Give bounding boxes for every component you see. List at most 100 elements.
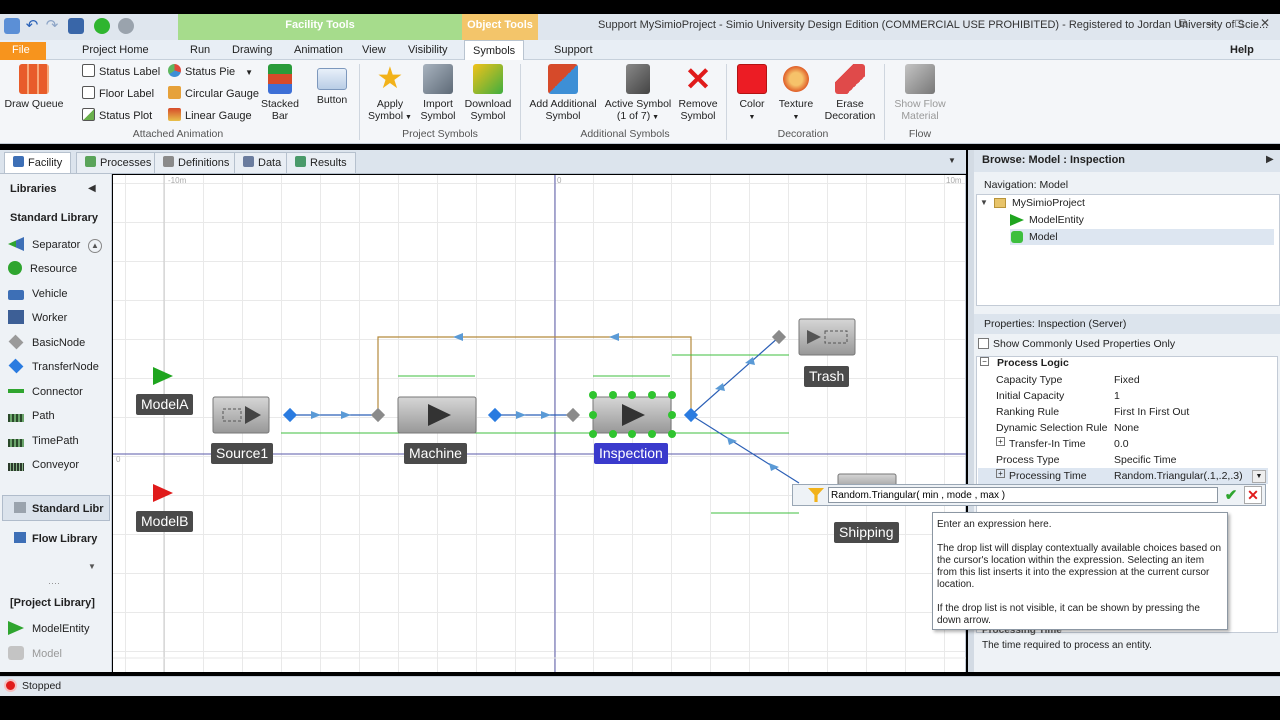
tab-support[interactable]: Support [546,42,601,60]
tab-facility[interactable]: Facility [4,152,72,173]
lib-item-vehicle[interactable]: Vehicle [8,283,67,305]
linear-gauge-button[interactable]: Linear Gauge [168,107,252,125]
prop-value[interactable]: First In First Out [1114,406,1189,418]
collapse-libraries-icon[interactable]: ◀ [88,183,96,194]
tab-processes[interactable]: Processes [76,152,161,173]
status-pie-dropdown-icon[interactable]: ▼ [245,68,253,77]
scroll-up-icon[interactable]: ▲ [88,239,102,253]
lib-item-connector[interactable]: Connector [8,381,83,403]
node-label-modela[interactable]: ModelA [136,394,194,415]
collapse-panel-icon[interactable]: ▶ [1266,154,1274,165]
lib-item-worker[interactable]: Worker [8,307,67,329]
expand-plus-icon[interactable]: + [996,469,1005,478]
status-plot-button[interactable]: Status Plot [82,107,152,125]
redo-icon[interactable]: ↷ [44,18,60,34]
prop-row[interactable]: + Transfer-In Time 0.0 [978,436,1268,452]
help-menu[interactable]: Help [1222,42,1262,60]
lib-item-modelentity[interactable]: ModelEntity [8,618,89,640]
prop-row[interactable]: Ranking Rule First In First Out [978,404,1268,420]
prop-row[interactable]: Dynamic Selection Rule None [978,420,1268,436]
accept-check-icon[interactable]: ✔ [1222,486,1240,504]
lib-item-separator[interactable]: Separator [8,234,80,256]
node-label-shipping[interactable]: Shipping [834,522,899,543]
tab-visibility[interactable]: Visibility [400,42,456,60]
maximize-button[interactable]: □ [1226,16,1252,34]
prop-value[interactable]: Random.Triangular(.1,.2,.3) [1114,470,1243,482]
import-symbol-button[interactable]: Import Symbol [412,64,464,122]
apply-symbol-button[interactable]: ★ Apply Symbol ▼ [364,64,416,123]
restore-icon[interactable]: ⧉ [1170,16,1196,34]
lib-item-conveyor[interactable]: Conveyor [8,454,79,476]
file-menu[interactable]: File [0,42,46,60]
tabs-dropdown-icon[interactable]: ▼ [948,156,956,165]
common-only-checkbox[interactable] [978,338,989,349]
prop-value[interactable]: 1 [1114,390,1120,402]
lib-item-transfernode[interactable]: TransferNode [8,356,99,378]
prop-value[interactable]: Specific Time [1114,454,1176,466]
prop-row[interactable]: Process Type Specific Time [978,452,1268,468]
navigation-tree [976,194,1280,306]
tab-definitions[interactable]: Definitions [154,152,239,173]
splitter-grip[interactable]: ···· [48,578,60,588]
tree-item-project[interactable]: MySimioProject [1012,197,1085,209]
tab-animation[interactable]: Animation [286,42,351,60]
tab-data[interactable]: Data [234,152,291,173]
tab-project-home[interactable]: Project Home [74,42,157,60]
tab-results[interactable]: Results [286,152,356,173]
download-symbol-button[interactable]: Download Symbol [460,64,516,122]
expand-plus-icon[interactable]: + [996,437,1005,446]
tree-item-model[interactable]: Model [1029,231,1058,243]
status-pie-button[interactable]: Status Pie ▼ [168,63,253,81]
category-collapse-icon[interactable]: − [980,357,989,366]
stacked-bar-button[interactable]: Stacked Bar [254,64,306,122]
add-additional-symbol-button[interactable]: Add Additional Symbol [528,64,598,122]
standard-lib-text: Standard Libr [32,503,104,515]
texture-button[interactable]: Texture ▼ [772,64,820,122]
button-button[interactable]: Button [306,64,358,122]
lib-item-timepath[interactable]: TimePath [8,430,79,452]
tree-item-modelentity[interactable]: ModelEntity [1029,214,1084,226]
close-button[interactable]: ✕ [1252,16,1278,34]
flow-library-tab[interactable]: Flow Library [14,532,97,545]
tree-expand-icon[interactable]: ▼ [980,198,988,207]
prop-value[interactable]: 0.0 [1114,438,1129,450]
save-icon[interactable] [68,18,84,34]
node-label-source1[interactable]: Source1 [211,443,274,464]
minimize-button[interactable]: – [1198,16,1224,34]
circular-gauge-button[interactable]: Circular Gauge [168,85,259,103]
tab-drawing[interactable]: Drawing [224,42,280,60]
draw-queue-button[interactable]: Draw Queue [4,64,64,122]
stop-icon[interactable] [118,18,134,34]
facility-model-drawing[interactable] [113,175,966,672]
status-label-button[interactable]: Status Label [82,63,160,81]
prop-row[interactable]: Initial Capacity 1 [978,388,1268,404]
remove-symbol-button[interactable]: ✕ Remove Symbol [674,63,722,122]
node-label-modelb[interactable]: ModelB [136,511,194,532]
node-label-inspection[interactable]: Inspection [594,443,668,464]
run-icon[interactable] [94,18,110,34]
show-flow-material-button[interactable]: Show Flow Material [890,64,950,122]
erase-decoration-button[interactable]: Erase Decoration [822,64,878,122]
cancel-x-icon[interactable]: ✕ [1244,486,1262,504]
lib-item-path[interactable]: Path [8,405,55,427]
node-label-machine[interactable]: Machine [404,443,467,464]
lib-item-resource[interactable]: Resource [8,258,77,280]
color-button[interactable]: Color ▼ [728,64,776,122]
expression-input[interactable] [828,487,1218,503]
prop-value[interactable]: Fixed [1114,374,1140,386]
active-symbol-button[interactable]: Active Symbol (1 of 7) ▼ [604,64,672,122]
prop-value[interactable]: None [1114,422,1139,434]
undo-icon[interactable]: ↶ [24,18,40,34]
facility-tools-context: Facility Tools [178,14,462,40]
node-label-trash[interactable]: Trash [804,366,850,387]
lib-item-model[interactable]: Model [8,643,62,665]
floor-label-button[interactable]: Floor Label [82,85,154,103]
tab-run[interactable]: Run [182,42,218,60]
tab-symbols[interactable]: Symbols [464,40,525,61]
prop-row[interactable]: Capacity Type Fixed [978,372,1268,388]
tab-view[interactable]: View [354,42,394,60]
expand-libraries-icon[interactable]: ▼ [88,562,96,571]
prop-row-selected[interactable]: + Processing Time Random.Triangular(.1,.2,… [978,468,1268,484]
lib-item-basicnode[interactable]: BasicNode [8,332,85,354]
value-dropdown-icon[interactable]: ▼ [1252,470,1266,483]
